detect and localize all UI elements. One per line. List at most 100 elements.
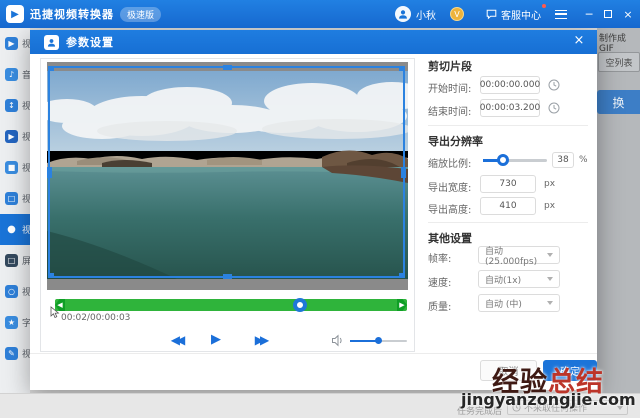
chat-bubble-icon (486, 9, 497, 20)
title-bar: ▶ 迅捷视频转换器 极速版 小秋 V 客服中心 ─ × (0, 0, 640, 28)
scale-label: 缩放比例: (428, 155, 471, 170)
make-gif-label: 制作成GIF (599, 31, 640, 54)
sidebar-item-video-convert[interactable]: ▶视频 (0, 28, 30, 59)
vip-badge-icon[interactable]: V (450, 7, 464, 21)
video-edit-icon: ▶ (5, 130, 18, 143)
quality-value: 自动 (中) (485, 297, 522, 310)
crop-selection[interactable] (48, 66, 405, 278)
crop-handle-top-center[interactable] (223, 65, 232, 70)
export-height-input[interactable]: 410 (480, 197, 536, 215)
watermark-url: jingyanzongjie.com (461, 390, 636, 409)
screen-record-icon: □ (5, 254, 18, 267)
service-center[interactable]: 客服中心 (486, 7, 541, 22)
playhead-handle[interactable] (293, 298, 307, 312)
section-divider (428, 125, 588, 126)
volume-fill (350, 340, 378, 342)
edition-badge: 极速版 (120, 7, 161, 22)
crop-handle-top-right[interactable] (399, 66, 405, 71)
sidebar-item-video-compress[interactable]: ↕视频 (0, 90, 30, 121)
export-height-label: 导出高度: (428, 201, 471, 216)
sidebar-item-video-merge[interactable]: ■视频 (0, 152, 30, 183)
service-label: 客服中心 (501, 7, 541, 22)
crop-handle-top-left[interactable] (48, 66, 54, 71)
sidebar-item-audio-convert[interactable]: ♪音频 (0, 59, 30, 90)
fps-value: 自动(25.000fps) (485, 244, 547, 267)
speed-label: 速度: (428, 274, 451, 289)
notification-dot (542, 4, 546, 8)
video-merge-icon: ■ (5, 161, 18, 174)
menu-icon[interactable] (555, 10, 567, 19)
crop-handle-right[interactable] (401, 167, 406, 178)
video-compress-icon: ↕ (5, 99, 18, 112)
username[interactable]: 小秋 (416, 7, 436, 22)
speed-value: 自动(1x) (485, 273, 521, 286)
export-width-label: 导出宽度: (428, 179, 471, 194)
speed-dropdown[interactable]: 自动(1x) (478, 270, 560, 288)
scale-value-input[interactable]: 38 (552, 152, 574, 168)
volume-knob[interactable] (375, 337, 382, 344)
dialog-title: 参数设置 (66, 34, 114, 50)
scale-slider-knob[interactable] (497, 154, 509, 166)
chevron-down-icon (547, 277, 553, 281)
start-time-input[interactable]: 00:00:00.000 (480, 76, 540, 94)
resolution-section-title: 导出分辨率 (428, 133, 483, 149)
other-section-title: 其他设置 (428, 230, 472, 246)
export-height-unit: px (544, 201, 555, 211)
crop-handle-bottom-right[interactable] (399, 273, 405, 278)
start-time-clock-icon[interactable] (548, 79, 560, 91)
dialog-close-button[interactable]: × (571, 33, 587, 48)
sidebar-item-video-download[interactable]: ○视频 (0, 276, 30, 307)
volume-icon[interactable] (331, 334, 344, 347)
next-button[interactable]: ▶▶ (247, 333, 273, 347)
crop-handle-bottom-left[interactable] (48, 273, 54, 278)
subtitle-icon: ★ (5, 316, 18, 329)
fps-label: 帧率: (428, 250, 451, 265)
quality-label: 质量: (428, 298, 451, 313)
crop-handle-left[interactable] (47, 167, 52, 178)
end-time-clock-icon[interactable] (548, 102, 560, 114)
sidebar-item-video-gif-selected[interactable]: ●视频 (0, 214, 30, 245)
chevron-down-icon (547, 253, 553, 257)
background-content-dimmed (597, 28, 640, 393)
app-logo-icon: ▶ (6, 5, 24, 23)
convert-button[interactable]: 换 (597, 90, 640, 114)
maximize-button[interactable] (604, 10, 612, 18)
sidebar-item-screen-record[interactable]: □屏幕 (0, 245, 30, 276)
play-button[interactable]: ▶ (207, 332, 225, 347)
trim-track[interactable]: ◀ ▶ (55, 299, 407, 311)
end-time-input[interactable]: 00:00:03.200 (480, 99, 540, 117)
video-download-icon: ○ (5, 285, 18, 298)
sidebar-item-subtitle[interactable]: ★字幕 (0, 307, 30, 338)
crop-handle-bottom-center[interactable] (223, 274, 232, 279)
start-time-label: 开始时间: (428, 80, 471, 95)
sidebar: ▶视频 ♪音频 ↕视频 ▶视频 ■视频 □视频 ●视频 □屏幕 ○视频 ★字幕 … (0, 28, 30, 393)
end-time-label: 结束时间: (428, 103, 471, 118)
video-gif-icon: ● (5, 223, 18, 236)
person-icon (398, 9, 408, 19)
audio-convert-icon: ♪ (5, 68, 18, 81)
fps-dropdown[interactable]: 自动(25.000fps) (478, 246, 560, 264)
mouse-cursor-icon (50, 306, 61, 319)
export-width-input[interactable]: 730 (480, 175, 536, 193)
cut-section-title: 剪切片段 (428, 58, 472, 74)
sidebar-item-video-split[interactable]: □视频 (0, 183, 30, 214)
footer-divider (30, 353, 597, 354)
video-watermark-icon: ✎ (5, 347, 18, 360)
user-avatar[interactable] (395, 6, 411, 22)
minimize-button[interactable]: ─ (581, 8, 597, 21)
clear-list-button[interactable]: 空列表 (598, 52, 640, 72)
time-display: 00:02/00:00:03 (61, 313, 130, 323)
close-button[interactable]: × (620, 8, 636, 21)
previous-button[interactable]: ◀◀ (163, 333, 189, 347)
video-split-icon: □ (5, 192, 18, 205)
sidebar-item-video-watermark[interactable]: ✎视频 (0, 338, 30, 369)
scale-unit: % (579, 155, 588, 165)
section-divider (428, 222, 588, 223)
settings-icon (44, 35, 59, 50)
chevron-down-icon (547, 301, 553, 305)
trim-end-handle[interactable]: ▶ (397, 299, 407, 311)
video-convert-icon: ▶ (5, 37, 18, 50)
dialog-header: 参数设置 × (30, 30, 597, 54)
sidebar-item-video-edit[interactable]: ▶视频 (0, 121, 30, 152)
quality-dropdown[interactable]: 自动 (中) (478, 294, 560, 312)
